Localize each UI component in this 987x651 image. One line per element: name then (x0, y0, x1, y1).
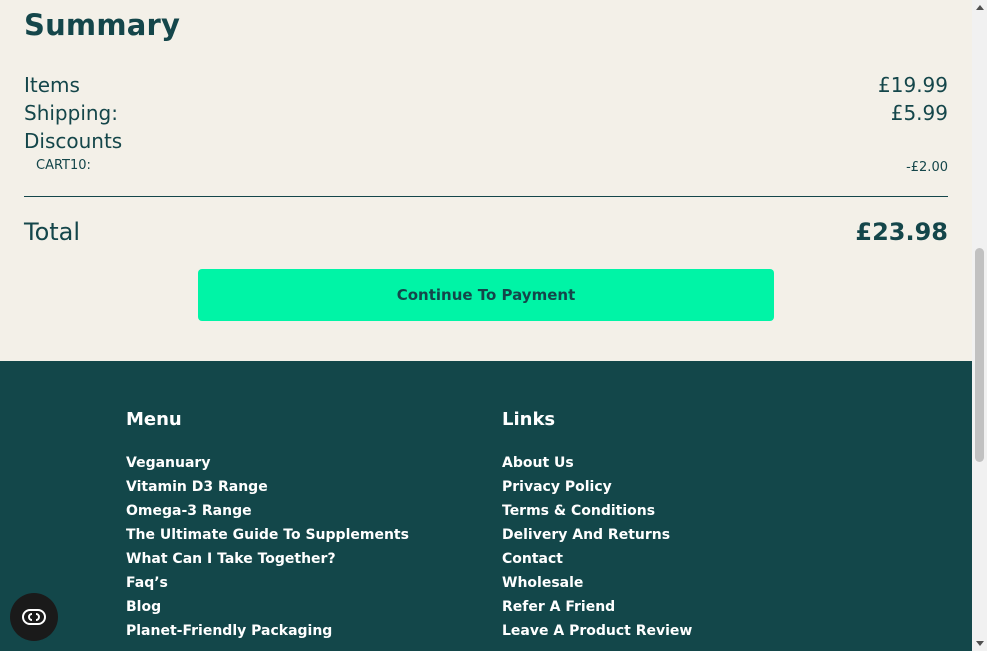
footer-links-title: Links (502, 409, 556, 430)
footer-menu-item: Blog (126, 595, 409, 619)
items-value: £19.99 (878, 73, 948, 97)
footer-link-blog[interactable]: Blog (126, 599, 161, 615)
items-label: Items (24, 73, 80, 97)
vertical-scrollbar[interactable] (972, 0, 987, 651)
chat-widget-icon (22, 609, 46, 625)
discount-value: -£2.00 (906, 159, 948, 175)
footer-link-refer-a-friend[interactable]: Refer A Friend (502, 599, 615, 615)
items-row: Items £19.99 (24, 72, 948, 98)
chat-widget-button[interactable] (10, 593, 58, 641)
scroll-down-arrow-icon[interactable] (972, 636, 987, 651)
footer-link-veganuary[interactable]: Veganuary (126, 455, 210, 471)
footer-link-planet-friendly-packaging[interactable]: Planet-Friendly Packaging (126, 623, 332, 639)
footer-links-item: Contact (502, 547, 692, 571)
footer-link-faqs[interactable]: Faq’s (126, 575, 168, 591)
footer-links-list: About Us Privacy Policy Terms & Conditio… (502, 451, 692, 643)
footer-link-wholesale[interactable]: Wholesale (502, 575, 583, 591)
footer-links-item: Privacy Policy (502, 475, 692, 499)
footer-menu-column: Menu Veganuary Vitamin D3 Range Omega-3 … (126, 409, 409, 643)
footer-menu-item: Faq’s (126, 571, 409, 595)
footer-links-item: Leave A Product Review (502, 619, 692, 643)
footer-menu-item: The Ultimate Guide To Supplements (126, 523, 409, 547)
footer-menu-title: Menu (126, 409, 182, 430)
discount-code-row: CART10: -£2.00 (24, 156, 948, 175)
footer-menu-item: Vitamin D3 Range (126, 475, 409, 499)
footer-link-omega-3-range[interactable]: Omega-3 Range (126, 503, 252, 519)
summary-title: Summary (24, 8, 181, 42)
order-summary: Summary Items £19.99 Shipping: £5.99 Dis… (0, 0, 972, 361)
footer-links-item: About Us (502, 451, 692, 475)
discounts-label: Discounts (24, 129, 123, 153)
discount-code: CART10: (36, 157, 91, 173)
scroll-up-arrow-icon[interactable] (972, 0, 987, 15)
footer-menu-item: What Can I Take Together? (126, 547, 409, 571)
footer-link-ultimate-guide[interactable]: The Ultimate Guide To Supplements (126, 527, 409, 543)
scrollbar-thumb[interactable] (975, 248, 984, 462)
total-label: Total (24, 218, 81, 246)
footer-link-privacy-policy[interactable]: Privacy Policy (502, 479, 612, 495)
shipping-value: £5.99 (890, 101, 948, 125)
footer-link-delivery-returns[interactable]: Delivery And Returns (502, 527, 670, 543)
footer-links-item: Delivery And Returns (502, 523, 692, 547)
footer-link-about-us[interactable]: About Us (502, 455, 574, 471)
footer-links-item: Terms & Conditions (502, 499, 692, 523)
total-value: £23.98 (855, 218, 948, 246)
footer-links-item: Wholesale (502, 571, 692, 595)
checkout-page: Summary Items £19.99 Shipping: £5.99 Dis… (0, 0, 972, 651)
footer-links-item: Refer A Friend (502, 595, 692, 619)
footer-menu-item: Omega-3 Range (126, 499, 409, 523)
summary-divider (24, 196, 948, 197)
footer-link-leave-review[interactable]: Leave A Product Review (502, 623, 692, 639)
shipping-label: Shipping: (24, 101, 118, 125)
total-row: Total £23.98 (24, 216, 948, 248)
site-footer: Menu Veganuary Vitamin D3 Range Omega-3 … (0, 361, 972, 651)
footer-links-column: Links About Us Privacy Policy Terms & Co… (502, 409, 692, 643)
shipping-row: Shipping: £5.99 (24, 100, 948, 126)
discounts-row: Discounts (24, 128, 948, 154)
footer-menu-item: Planet-Friendly Packaging (126, 619, 409, 643)
footer-link-contact[interactable]: Contact (502, 551, 563, 567)
footer-menu-list: Veganuary Vitamin D3 Range Omega-3 Range… (126, 451, 409, 643)
footer-menu-item: Veganuary (126, 451, 409, 475)
continue-to-payment-button[interactable]: Continue To Payment (198, 269, 774, 321)
footer-link-terms[interactable]: Terms & Conditions (502, 503, 655, 519)
footer-link-what-can-i-take[interactable]: What Can I Take Together? (126, 551, 336, 567)
footer-link-vitamin-d3-range[interactable]: Vitamin D3 Range (126, 479, 268, 495)
